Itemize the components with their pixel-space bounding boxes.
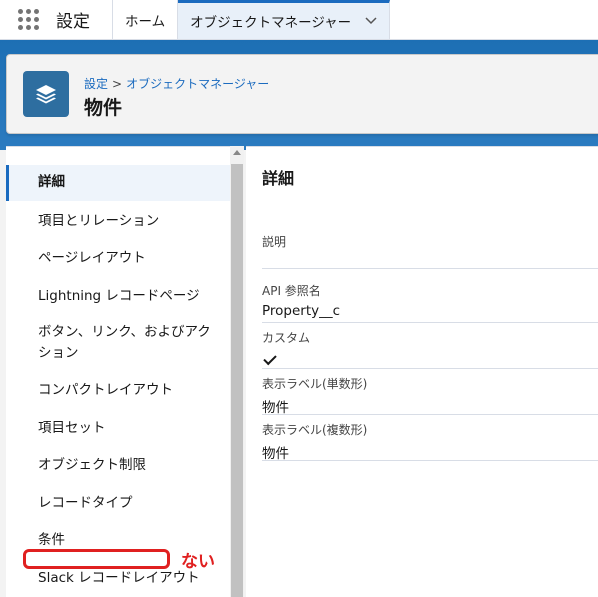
field-custom: カスタム xyxy=(262,329,598,369)
sidebar-item-field-sets[interactable]: 項目セット xyxy=(6,418,230,439)
field-value: 物件 xyxy=(262,400,289,416)
field-value xyxy=(262,254,598,272)
field-label: 表示ラベル(複数形) xyxy=(262,423,368,437)
sidebar-item-details[interactable]: 詳細 xyxy=(6,165,230,201)
field-label: API 参照名 xyxy=(262,284,321,298)
breadcrumb-object-manager-link[interactable]: オブジェクトマネージャー xyxy=(126,77,269,91)
tab-home-label: ホーム xyxy=(125,13,166,30)
sidebar-item-object-limits[interactable]: オブジェクト制限 xyxy=(6,455,230,476)
tab-object-manager-label: オブジェクトマネージャー xyxy=(190,15,352,31)
sidebar-item-label: 項目とリレーション xyxy=(38,213,160,229)
sidebar-item-label: 項目セット xyxy=(38,420,106,436)
field-value xyxy=(262,350,598,368)
sidebar-item-label: オブジェクト制限 xyxy=(38,457,146,473)
breadcrumb: 設定 > オブジェクトマネージャー xyxy=(84,75,269,92)
sidebar-item-label: レコードタイプ xyxy=(38,495,133,511)
sidebar-nav: 詳細 項目とリレーション ページレイアウト Lightning レコードページ … xyxy=(6,146,230,597)
annotation-highlight-box xyxy=(23,549,170,569)
sidebar-item-label: 詳細 xyxy=(38,174,65,190)
field-value: 物件 xyxy=(262,446,289,462)
sidebar-item-label: ボタン、リンク、およびアクション xyxy=(38,324,211,361)
scroll-up-arrow-icon[interactable] xyxy=(233,150,241,155)
sidebar-item-label: Slack レコードレイアウト xyxy=(38,570,200,586)
breadcrumb-separator: > xyxy=(112,77,123,91)
sidebar-item-buttons-links-actions[interactable]: ボタン、リンク、およびアクション xyxy=(6,322,230,364)
page-header: 設定 > オブジェクトマネージャー 物件 xyxy=(6,54,598,134)
sidebar-item-lightning-record-pages[interactable]: Lightning レコードページ xyxy=(6,286,230,307)
scrollbar-thumb[interactable] xyxy=(231,164,243,597)
annotation-note: ない xyxy=(181,552,215,572)
sidebar-item-label: 条件 xyxy=(38,532,65,548)
layers-icon xyxy=(23,71,69,117)
field-value: Property__c xyxy=(262,303,341,319)
checkmark-icon xyxy=(263,351,277,366)
sidebar-item-fields-relationships[interactable]: 項目とリレーション xyxy=(6,211,230,232)
breadcrumb-setup-link[interactable]: 設定 xyxy=(84,77,108,91)
sidebar-item-label: Lightning レコードページ xyxy=(38,288,200,304)
chevron-down-icon[interactable] xyxy=(365,14,377,28)
field-label-plural: 表示ラベル(複数形) 物件 xyxy=(262,421,598,462)
details-panel: 詳細 説明 API 参照名 Property__c カスタム 表示ラベル(単数形… xyxy=(246,146,598,597)
section-title: 詳細 xyxy=(262,169,295,188)
app-launcher-grid-icon[interactable] xyxy=(0,0,56,39)
page-title: 物件 xyxy=(84,97,123,119)
tab-object-manager[interactable]: オブジェクトマネージャー xyxy=(178,0,391,39)
field-label: 説明 xyxy=(262,235,287,249)
field-api-name: API 参照名 Property__c xyxy=(262,282,598,323)
sidebar-item-page-layouts[interactable]: ページレイアウト xyxy=(6,248,230,269)
field-label: 表示ラベル(単数形) xyxy=(262,377,368,391)
app-name: 設定 xyxy=(56,0,113,39)
sidebar-item-record-types[interactable]: レコードタイプ xyxy=(6,493,230,514)
global-header: 設定 ホーム オブジェクトマネージャー xyxy=(0,0,598,40)
sidebar-item-label: ページレイアウト xyxy=(38,250,146,266)
field-description: 説明 xyxy=(262,233,598,269)
field-label: カスタム xyxy=(262,331,311,345)
tab-home[interactable]: ホーム xyxy=(113,0,179,39)
field-label-singular: 表示ラベル(単数形) 物件 xyxy=(262,375,598,416)
sidebar-item-compact-layouts[interactable]: コンパクトレイアウト xyxy=(6,380,230,401)
sidebar-item-label: コンパクトレイアウト xyxy=(38,382,173,398)
sidebar-scrollbar[interactable] xyxy=(230,146,244,597)
